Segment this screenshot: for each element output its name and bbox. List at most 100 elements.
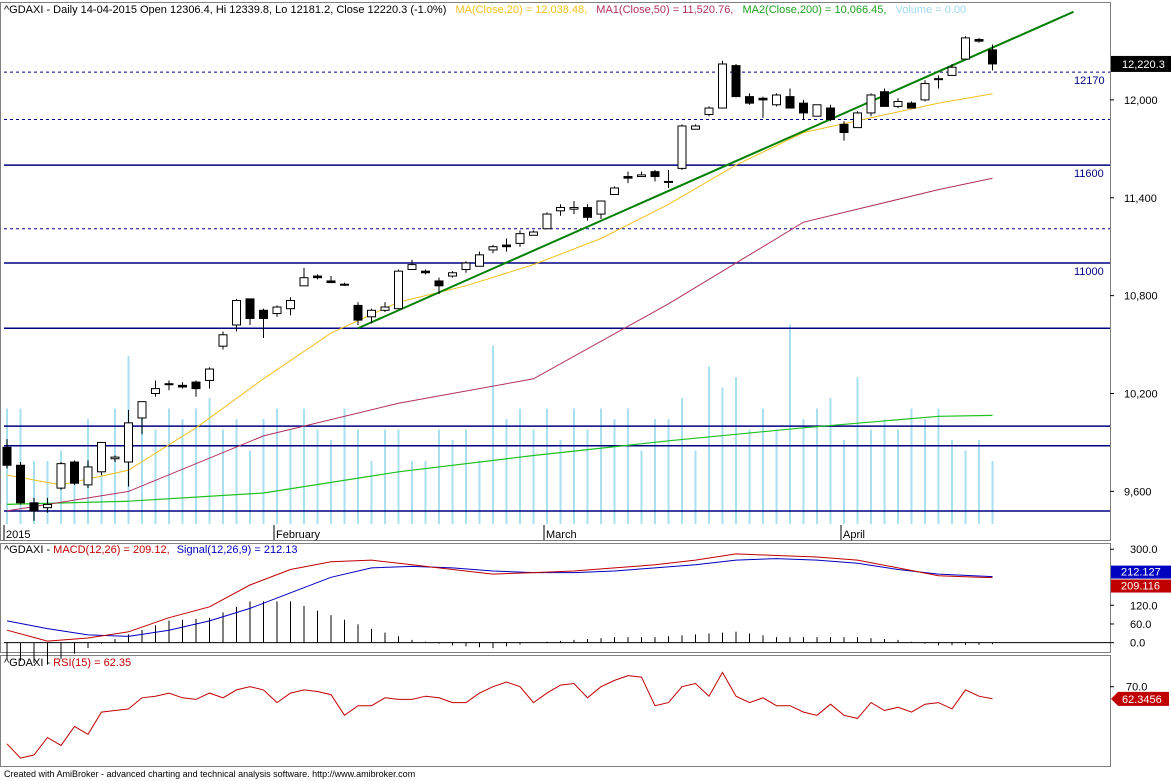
candle-up (934, 78, 943, 81)
volume-bar (505, 419, 508, 524)
volume-bar (856, 377, 859, 524)
volume-bar (883, 419, 886, 524)
candle-up (772, 94, 781, 106)
ma20-legend: MA(Close,20) = 12,038.48, (455, 4, 587, 16)
candle-down (785, 96, 795, 109)
candle-up (83, 466, 93, 486)
volume-bar (438, 429, 440, 524)
price-axis: 9,600 10,200 10,800 11,400 12,000 12,220.3 (1110, 55, 1171, 498)
rsi-header: ^GDAXI - RSI(15) = 62.35 (4, 657, 131, 669)
candle-up (367, 309, 376, 318)
candle-up (947, 66, 957, 76)
volume-bar (46, 461, 49, 524)
candle-up (920, 83, 930, 101)
volume-bar (222, 429, 224, 524)
volume-bar (465, 429, 467, 524)
candle-up (232, 300, 241, 326)
volume-bar (924, 419, 926, 524)
candle-up (137, 401, 147, 419)
rsi-legend: RSI(15) = 62.35 (53, 657, 131, 669)
level-label: 12170 (1074, 75, 1105, 87)
volume-legend: Volume = 0.00 (896, 4, 967, 16)
price-header-text: ^GDAXI - Daily 14-04-2015 Open 12306.4, … (4, 4, 446, 16)
candle-up (515, 233, 525, 244)
candle-up (286, 300, 295, 310)
volume-bar (384, 429, 386, 524)
volume-bar (964, 450, 967, 524)
candle-up (893, 101, 903, 107)
candle-down (245, 298, 255, 319)
candle-up (677, 125, 687, 169)
volume-bar (532, 429, 535, 524)
panel-frame (0, 655, 1111, 767)
rsi-panel: 70.062.3456 (6, 671, 1169, 759)
candle-up (448, 272, 457, 277)
signal-legend: Signal(12,26,9) = 212.13 (177, 544, 298, 556)
macd-header: ^GDAXI - MACD(12,26) = 209.12, Signal(12… (4, 544, 298, 556)
macd-panel: 0.0 60.0 120.0 300.0 212.127 209.116 (4, 544, 1171, 665)
volume-bar (789, 324, 791, 524)
candle-up (151, 388, 160, 395)
candle-up (340, 283, 349, 286)
candle-up (542, 213, 552, 230)
candle-up (569, 207, 579, 210)
candle-up (704, 107, 714, 116)
volume-bar (991, 461, 994, 524)
level-label: 11600 (1074, 168, 1104, 180)
candle-up (394, 270, 403, 310)
candle-up (488, 246, 498, 251)
macd-tick-label: 0.0 (1130, 638, 1145, 650)
candle-up (718, 63, 727, 109)
candle-up (475, 254, 484, 267)
volume-bar (681, 398, 683, 524)
volume-bar (357, 429, 359, 524)
candle-down (907, 102, 916, 109)
macd-legend: MACD(12,26) = 209.12, (53, 544, 169, 556)
candle-up (637, 174, 646, 178)
macd-tick-label: 300.0 (1130, 544, 1158, 556)
volume-bar (262, 419, 265, 524)
macd-tick-label: 60.0 (1130, 619, 1151, 631)
volume-bar (235, 419, 238, 524)
candle-down (758, 97, 768, 101)
footer-credit: Created with AmiBroker - advanced charti… (4, 769, 415, 779)
price-header: ^GDAXI - Daily 14-04-2015 Open 12306.4, … (4, 4, 966, 16)
date-label: February (276, 529, 321, 541)
candlesticks (2, 36, 997, 521)
candle-down (70, 461, 79, 484)
volume-bar (748, 429, 751, 524)
volume-bar (249, 450, 251, 524)
horizontal-levels: 12170 11600 11000 (4, 71, 1110, 512)
volume-bar (897, 429, 899, 524)
panel-frame (0, 2, 1111, 541)
candle-up (124, 422, 133, 463)
rsi-line (6, 671, 993, 759)
candle-down (353, 304, 363, 321)
candle-up (218, 334, 228, 347)
volume-bar (181, 419, 184, 524)
candle-down (259, 309, 268, 319)
candle-down (16, 464, 25, 504)
candle-down (799, 102, 808, 114)
candle-down (731, 65, 741, 98)
candle-down (623, 176, 633, 179)
signal-line (6, 558, 993, 637)
volume-bar (478, 461, 481, 524)
macd-value-label: 209.116 (1121, 581, 1160, 593)
ma50-legend: MA1(Close,50) = 11,520.76, (596, 4, 733, 16)
candle-down (313, 275, 322, 279)
volume-bar (870, 429, 872, 524)
candle-down (988, 49, 997, 65)
volume-bar (370, 461, 373, 524)
candle-up (691, 125, 700, 130)
candle-up (407, 264, 417, 271)
volume-bar (316, 429, 319, 524)
candle-down (974, 39, 984, 42)
candle-down (434, 280, 444, 287)
volume-bar (424, 461, 427, 524)
candle-up (812, 104, 822, 117)
date-label: March (546, 529, 577, 541)
candle-up (610, 187, 619, 195)
candle-up (380, 306, 390, 311)
volume-bar (667, 419, 670, 524)
